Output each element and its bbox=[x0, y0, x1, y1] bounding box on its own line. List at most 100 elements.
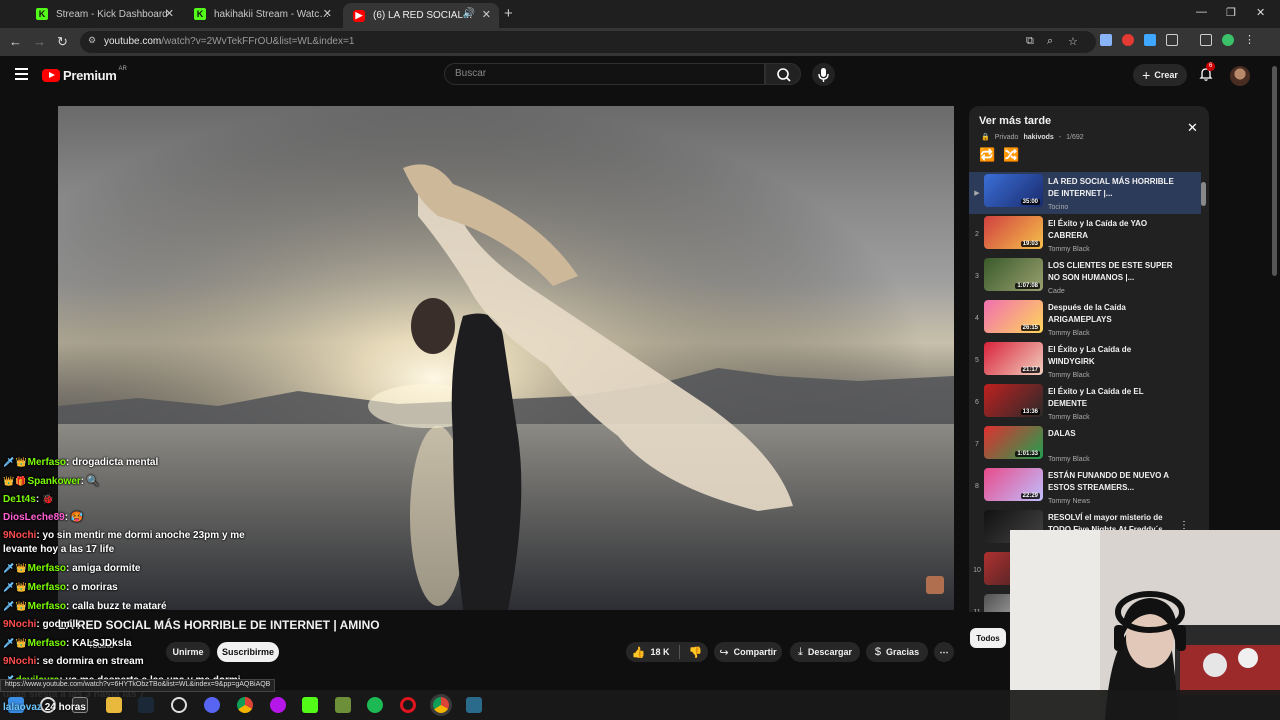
chat-username[interactable]: DiosLeche89 bbox=[3, 512, 65, 523]
new-tab-icon[interactable]: + bbox=[504, 5, 513, 22]
filter-chip-all[interactable]: Todos bbox=[970, 628, 1006, 648]
playlist-item[interactable]: 4 26:15 Después de la Caída ARIGAMEPLAYS To… bbox=[969, 298, 1201, 340]
browser-tab-kick-stream[interactable]: K hakihakii Stream - Watch Live o ✕ bbox=[184, 2, 340, 26]
download-button[interactable]: ⤓ Descargar bbox=[790, 642, 860, 662]
search-input[interactable] bbox=[453, 67, 753, 80]
video-thumbnail[interactable]: 35:00 bbox=[984, 174, 1043, 207]
video-thumbnail[interactable]: 1:07:08 bbox=[984, 258, 1043, 291]
tab-close-icon[interactable]: ✕ bbox=[323, 7, 332, 20]
playlist-item[interactable]: 8 22:29 ESTÁN FUNANDO DE NUEVO A ESTOS STR… bbox=[969, 466, 1201, 508]
playlist-item-channel[interactable]: Tommy Black bbox=[1048, 246, 1090, 253]
playlist-item-channel[interactable]: Tommy Black bbox=[1048, 330, 1090, 337]
extension-icon[interactable] bbox=[1100, 34, 1112, 46]
app-icon[interactable] bbox=[466, 697, 482, 713]
more-actions-button[interactable]: ⋯ bbox=[934, 642, 954, 662]
share-button[interactable]: ↪ Compartir bbox=[714, 642, 782, 662]
obs-icon[interactable] bbox=[171, 697, 187, 713]
spotify-icon[interactable] bbox=[367, 697, 383, 713]
playlist-item-title[interactable]: LA RED SOCIAL MÁS HORRIBLE DE INTERNET |… bbox=[1048, 176, 1178, 200]
steam-icon[interactable] bbox=[138, 697, 154, 713]
playlist-owner[interactable]: hakivods bbox=[1023, 134, 1053, 141]
playlist-item[interactable]: 3 1:07:08 LOS CLIENTES DE ESTE SUPER NO SO… bbox=[969, 256, 1201, 298]
app-c-icon[interactable] bbox=[270, 697, 286, 713]
url-text[interactable]: youtube.com/watch?v=2WvTekFFrOU&list=WL&… bbox=[104, 36, 354, 47]
cast-icon[interactable]: ⧉ bbox=[1026, 35, 1034, 48]
browser-tab-youtube[interactable]: ▶ (6) LA RED SOCIAL MÁS HO 🔊 ✕ bbox=[343, 3, 499, 28]
chat-username[interactable]: Merfaso bbox=[28, 457, 66, 468]
playlist-title[interactable]: Ver más tarde bbox=[979, 115, 1051, 127]
chat-username[interactable]: Merfaso bbox=[28, 582, 66, 593]
video-thumbnail[interactable]: 26:15 bbox=[984, 300, 1043, 333]
forward-icon[interactable]: → bbox=[33, 34, 46, 49]
account-avatar[interactable] bbox=[1230, 66, 1250, 86]
playlist-item-channel[interactable]: Tommy Black bbox=[1048, 414, 1090, 421]
kick-app-icon[interactable] bbox=[302, 697, 318, 713]
tab-audio-icon[interactable]: 🔊 bbox=[463, 8, 475, 19]
browser-menu-icon[interactable]: ⋮ bbox=[1244, 34, 1255, 46]
zoom-icon[interactable]: ⌕ bbox=[1047, 35, 1053, 48]
chrome-icon[interactable] bbox=[237, 697, 253, 713]
browser-tab-kick-dashboard[interactable]: K Stream - Kick Dashboard ✕ bbox=[26, 2, 182, 26]
youtube-premium-logo[interactable]: Premium AR bbox=[42, 66, 127, 83]
playlist-item-title[interactable]: El Éxito y la Caída de YAO CABRERA bbox=[1048, 218, 1178, 242]
create-button[interactable]: + Crear bbox=[1133, 64, 1187, 86]
chat-username[interactable]: Spankower bbox=[27, 476, 80, 487]
video-thumbnail[interactable]: 1:01:33 bbox=[984, 426, 1043, 459]
like-count[interactable]: 18 K bbox=[650, 647, 669, 657]
opera-icon[interactable] bbox=[400, 697, 416, 713]
chat-username[interactable]: De1t4s bbox=[3, 494, 36, 505]
video-thumbnail[interactable]: 13:36 bbox=[984, 384, 1043, 417]
playlist-item[interactable]: 7 1:01:33 DALAS Tommy Black bbox=[969, 424, 1201, 466]
window-close-icon[interactable]: ✕ bbox=[1256, 6, 1265, 19]
extension-icon[interactable] bbox=[1144, 34, 1156, 46]
thumbs-up-icon[interactable]: 👍 bbox=[632, 646, 646, 659]
chat-username[interactable]: 9Nochi bbox=[3, 656, 36, 667]
chat-username[interactable]: Merfaso bbox=[28, 563, 66, 574]
video-thumbnail[interactable]: 19:03 bbox=[984, 216, 1043, 249]
chat-username[interactable]: 9Nochi bbox=[3, 530, 36, 541]
playlist-item-channel[interactable]: Tommy News bbox=[1048, 498, 1090, 505]
scrollbar-thumb[interactable] bbox=[1201, 182, 1206, 206]
chat-username[interactable]: Merfaso bbox=[28, 638, 66, 649]
playlist-item-channel[interactable]: Cade bbox=[1048, 288, 1065, 295]
playlist-item[interactable]: 2 19:03 El Éxito y la Caída de YAO CABRERA… bbox=[969, 214, 1201, 256]
chat-username[interactable]: 9Nochi bbox=[3, 619, 36, 630]
playlist-item-title[interactable]: DALAS bbox=[1048, 428, 1178, 440]
search-button[interactable] bbox=[765, 63, 801, 85]
playlist-item[interactable]: ▶ 35:00 LA RED SOCIAL MÁS HORRIBLE DE INTE… bbox=[969, 172, 1201, 214]
playlist-item-channel[interactable]: Tommy Black bbox=[1048, 456, 1090, 463]
playlist-item-title[interactable]: El Éxito y La Caída de WINDYGIRK bbox=[1048, 344, 1178, 368]
address-bar[interactable]: ⚙ youtube.com/watch?v=2WvTekFFrOU&list=W… bbox=[80, 31, 1096, 53]
extensions-puzzle-icon[interactable] bbox=[1166, 34, 1178, 46]
search-box[interactable] bbox=[444, 63, 765, 85]
playlist-item-title[interactable]: Después de la Caída ARIGAMEPLAYS bbox=[1048, 302, 1178, 326]
playlist-item-channel[interactable]: Tocino bbox=[1048, 204, 1068, 211]
back-icon[interactable]: ← bbox=[9, 34, 22, 49]
extension-icon[interactable] bbox=[1122, 34, 1134, 46]
discord-icon[interactable] bbox=[204, 697, 220, 713]
playlist-item[interactable]: 5 21:17 El Éxito y La Caída de WINDYGIRK To… bbox=[969, 340, 1201, 382]
close-icon[interactable]: ✕ bbox=[1187, 120, 1198, 136]
loop-icon[interactable]: 🔁 bbox=[979, 147, 995, 163]
chat-username[interactable]: Merfaso bbox=[28, 601, 66, 612]
reading-list-icon[interactable] bbox=[1200, 34, 1212, 46]
scrollbar-thumb[interactable] bbox=[1272, 66, 1277, 276]
profile-icon[interactable] bbox=[1222, 34, 1234, 46]
tab-close-icon[interactable]: ✕ bbox=[482, 8, 491, 21]
shuffle-icon[interactable]: 🔀 bbox=[1003, 147, 1019, 163]
thanks-button[interactable]: $ Gracias bbox=[866, 642, 928, 662]
bookmark-star-icon[interactable]: ☆ bbox=[1068, 35, 1078, 48]
video-thumbnail[interactable]: 22:29 bbox=[984, 468, 1043, 501]
playlist-item-title[interactable]: El Éxito y La Caída de EL DEMENTE bbox=[1048, 386, 1178, 410]
notifications-button[interactable]: 6 bbox=[1198, 62, 1216, 85]
playlist-item[interactable]: 6 13:36 El Éxito y La Caída de EL DEMENTE T… bbox=[969, 382, 1201, 424]
minecraft-icon[interactable] bbox=[335, 697, 351, 713]
playlist-item-title[interactable]: LOS CLIENTES DE ESTE SUPER NO SON HUMANO… bbox=[1048, 260, 1178, 284]
tab-close-icon[interactable]: ✕ bbox=[165, 7, 174, 20]
playlist-item-title[interactable]: ESTÁN FUNANDO DE NUEVO A ESTOS STREAMERS… bbox=[1048, 470, 1178, 494]
folder-icon[interactable] bbox=[106, 697, 122, 713]
chrome-active-icon[interactable] bbox=[433, 697, 449, 713]
video-thumbnail[interactable]: 21:17 bbox=[984, 342, 1043, 375]
playlist-item-channel[interactable]: Tommy Black bbox=[1048, 372, 1090, 379]
minimize-icon[interactable]: — bbox=[1196, 6, 1207, 18]
